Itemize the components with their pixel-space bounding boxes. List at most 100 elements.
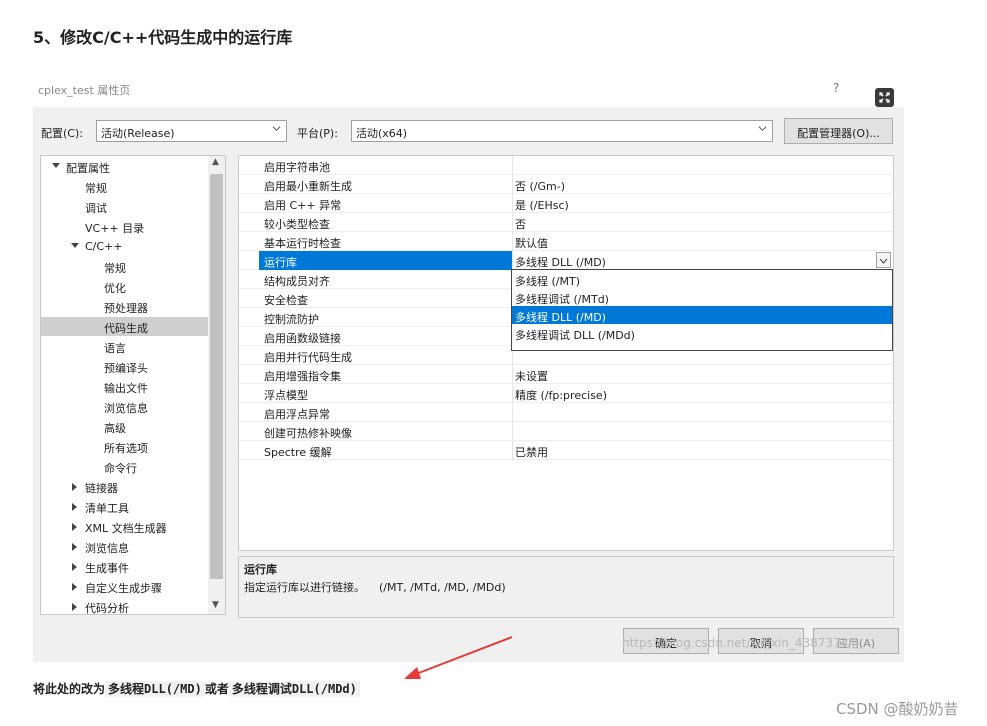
tree-item[interactable]: 代码分析 <box>41 597 208 615</box>
description-title: 运行库 <box>244 563 277 576</box>
dialog-titlebar: cplex_test 属性页 ? <box>33 71 904 107</box>
tree-item-label: 自定义生成步骤 <box>85 582 162 595</box>
property-row[interactable]: 创建可热修补映像 <box>239 422 893 441</box>
property-value: 默认值 <box>515 237 548 250</box>
property-row[interactable]: 浮点模型 精度 (/fp:precise) <box>239 384 893 403</box>
tree-item[interactable]: 浏览信息 <box>41 397 208 416</box>
tree-item-label: 调试 <box>85 202 107 215</box>
tree-item[interactable]: 命令行 <box>41 457 208 476</box>
tree-item-label: 浏览信息 <box>85 542 129 555</box>
tree-item-label: 所有选项 <box>104 442 148 455</box>
close-icon-glyph <box>879 92 890 103</box>
property-name: 启用函数级链接 <box>264 332 341 345</box>
platform-combo[interactable]: 活动(x64) <box>351 120 773 142</box>
property-name: 启用最小重新生成 <box>264 180 352 193</box>
tree-item[interactable]: 生成事件 <box>41 557 208 576</box>
tree-item[interactable]: 浏览信息 <box>41 537 208 556</box>
platform-label: 平台(P): <box>297 127 338 140</box>
tree-item[interactable]: 常规 <box>41 257 208 276</box>
tree-item[interactable]: 自定义生成步骤 <box>41 577 208 596</box>
property-name: 控制流防护 <box>264 313 319 326</box>
tree-item-label: 输出文件 <box>104 382 148 395</box>
close-icon[interactable] <box>875 88 894 107</box>
property-value: 精度 (/fp:precise) <box>515 389 607 402</box>
tree-item[interactable]: 优化 <box>41 277 208 296</box>
property-name: 运行库 <box>264 256 297 269</box>
tree-item-label: 预编译头 <box>104 362 148 375</box>
tree-item[interactable]: 预编译头 <box>41 357 208 376</box>
property-row-selected[interactable]: 运行库 多线程 DLL (/MD) <box>239 251 893 270</box>
property-value: 是 (/EHsc) <box>515 199 569 212</box>
tree-item-label: XML 文档生成器 <box>85 522 167 535</box>
property-row[interactable]: 启用浮点异常 <box>239 403 893 422</box>
dropdown-button[interactable] <box>876 252 891 268</box>
property-row[interactable]: 启用最小重新生成 否 (/Gm-) <box>239 175 893 194</box>
dropdown-option[interactable]: 多线程调试 DLL (/MDd) <box>512 324 892 342</box>
property-row[interactable]: 启用字符串池 <box>239 156 893 175</box>
tree-item-selected[interactable]: 代码生成 <box>41 317 208 336</box>
dialog-title: cplex_test 属性页 <box>38 84 131 97</box>
config-label: 配置(C): <box>41 127 83 140</box>
scroll-thumb[interactable] <box>210 174 223 579</box>
chevron-down-icon <box>272 126 281 131</box>
caption-code-mdd: 多线程调试DLL(/MDd) <box>228 681 360 697</box>
scroll-down-icon[interactable]: ▼ <box>212 600 219 610</box>
property-row[interactable]: 启用 C++ 异常 是 (/EHsc) <box>239 194 893 213</box>
scroll-up-icon[interactable]: ▲ <box>212 157 219 167</box>
property-row[interactable]: 启用增强指令集 未设置 <box>239 365 893 384</box>
tree-item-label: 生成事件 <box>85 562 129 575</box>
tree-item-label: 高级 <box>104 422 126 435</box>
dropdown-option-selected[interactable]: 多线程 DLL (/MD) <box>512 306 892 324</box>
tree-item-label: 配置属性 <box>66 162 110 175</box>
property-name: 浮点模型 <box>264 389 308 402</box>
tree-item-label: 代码分析 <box>85 602 129 615</box>
runtime-library-value[interactable]: 多线程 DLL (/MD) <box>515 254 606 270</box>
help-icon[interactable]: ? <box>833 81 839 95</box>
tree-item[interactable]: 所有选项 <box>41 437 208 456</box>
tree-item[interactable]: 预处理器 <box>41 297 208 316</box>
chevron-down-icon <box>879 258 888 264</box>
tree-item-label: C/C++ <box>85 240 123 253</box>
caption-code-md: 多线程DLL(/MD) <box>105 681 205 697</box>
tree-item[interactable]: 高级 <box>41 417 208 436</box>
property-name: 创建可热修补映像 <box>264 427 352 440</box>
config-manager-button[interactable]: 配置管理器(O)... <box>784 118 893 144</box>
tree-scrollbar[interactable]: ▲ ▼ <box>208 156 225 614</box>
site-watermark: CSDN @酸奶奶昔 <box>836 700 959 718</box>
property-name: 基本运行时检查 <box>264 237 341 250</box>
collapsed-icon <box>72 503 77 511</box>
collapsed-icon <box>72 543 77 551</box>
property-row[interactable]: Spectre 缓解 已禁用 <box>239 441 893 460</box>
property-name: 启用浮点异常 <box>264 408 330 421</box>
collapsed-icon <box>72 523 77 531</box>
runtime-library-dropdown[interactable]: 多线程 (/MT) 多线程调试 (/MTd) 多线程 DLL (/MD) 多线程… <box>511 269 893 351</box>
property-name: 安全检查 <box>264 294 308 307</box>
tree-item-label: VC++ 目录 <box>85 222 145 235</box>
dropdown-option[interactable]: 多线程调试 (/MTd) <box>512 288 892 306</box>
property-value: 已禁用 <box>515 446 548 459</box>
property-row[interactable]: 较小类型检查 否 <box>239 213 893 232</box>
tree-item[interactable]: 链接器 <box>41 477 208 496</box>
tree-item[interactable]: 语言 <box>41 337 208 356</box>
collapsed-icon <box>72 603 77 611</box>
tree-item[interactable]: 输出文件 <box>41 377 208 396</box>
property-name: 较小类型检查 <box>264 218 330 231</box>
tree-item[interactable]: 常规 <box>41 177 208 196</box>
tree-item[interactable]: 调试 <box>41 197 208 216</box>
property-row[interactable]: 基本运行时检查 默认值 <box>239 232 893 251</box>
property-tree: 配置属性 常规 调试 VC++ 目录 C/C++ 常规 优化 预处理器 代码生成… <box>40 155 226 615</box>
tree-item[interactable]: C/C++ <box>41 237 208 256</box>
caption-pre: 将此处的改为 <box>33 682 106 696</box>
config-value: 活动(Release) <box>101 127 175 140</box>
tree-item[interactable]: VC++ 目录 <box>41 217 208 236</box>
platform-value: 活动(x64) <box>356 127 408 140</box>
dropdown-option[interactable]: 多线程 (/MT) <box>512 270 892 288</box>
article-heading: 5、修改C/C++代码生成中的运行库 <box>33 28 293 47</box>
tree-item[interactable]: 配置属性 <box>41 157 208 176</box>
tree-item-label: 优化 <box>104 282 126 295</box>
tree-item[interactable]: 清单工具 <box>41 497 208 516</box>
config-combo[interactable]: 活动(Release) <box>96 120 287 142</box>
collapsed-icon <box>72 563 77 571</box>
description-text: 指定运行库以进行链接。 (/MT, /MTd, /MD, /MDd) <box>244 581 506 594</box>
tree-item[interactable]: XML 文档生成器 <box>41 517 208 536</box>
